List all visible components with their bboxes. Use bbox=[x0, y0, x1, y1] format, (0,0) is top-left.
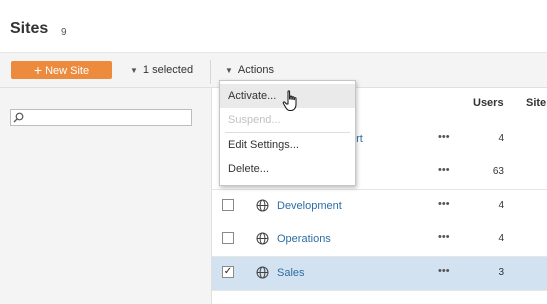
selection-label: 1 selected bbox=[142, 64, 194, 76]
column-header-site[interactable]: Site bbox=[526, 97, 546, 109]
more-icon[interactable]: ••• bbox=[438, 265, 450, 277]
more-icon[interactable]: ••• bbox=[438, 198, 450, 210]
globe-icon bbox=[256, 232, 269, 245]
search-icon bbox=[13, 112, 24, 123]
caret-down-icon: ▼ bbox=[130, 66, 138, 75]
users-count: 63 bbox=[492, 166, 504, 177]
new-site-button[interactable]: + New Site bbox=[11, 61, 112, 79]
search-input[interactable] bbox=[10, 109, 192, 126]
site-name-link[interactable]: Sales bbox=[277, 267, 305, 279]
globe-icon bbox=[256, 199, 269, 212]
menu-item-edit-settings[interactable]: Edit Settings... bbox=[220, 133, 355, 157]
more-icon[interactable]: ••• bbox=[438, 164, 450, 176]
more-icon[interactable]: ••• bbox=[438, 231, 450, 243]
users-count: 4 bbox=[498, 200, 504, 211]
users-count: 3 bbox=[498, 267, 504, 278]
row-checkbox[interactable] bbox=[222, 232, 234, 244]
row-checkbox[interactable] bbox=[222, 199, 234, 211]
site-name-link[interactable]: Operations bbox=[277, 233, 331, 245]
menu-item-delete[interactable]: Delete... bbox=[220, 157, 355, 181]
caret-down-icon: ▼ bbox=[225, 66, 233, 75]
toolbar-divider bbox=[210, 60, 211, 84]
table-row[interactable]: Operations ••• 4 bbox=[212, 223, 547, 257]
selection-dropdown[interactable]: ▼ 1 selected bbox=[130, 64, 193, 76]
actions-label: Actions bbox=[237, 64, 274, 76]
site-count-badge: 9 bbox=[61, 27, 67, 38]
table-row[interactable]: Development ••• 4 bbox=[212, 190, 547, 224]
page-title: Sites bbox=[10, 20, 49, 37]
actions-dropdown[interactable]: ▼ Actions bbox=[225, 64, 274, 76]
site-name-link[interactable]: Development bbox=[277, 200, 342, 212]
more-icon[interactable]: ••• bbox=[438, 131, 450, 143]
plus-icon: + bbox=[33, 62, 43, 78]
checkmark-icon: ✓ bbox=[223, 266, 233, 277]
table-row-selected[interactable]: ✓ Sales ••• 3 bbox=[212, 257, 547, 291]
globe-icon bbox=[256, 266, 269, 279]
hand-cursor-icon bbox=[282, 90, 297, 111]
row-checkbox-checked[interactable]: ✓ bbox=[222, 266, 234, 278]
new-site-label: New Site bbox=[45, 65, 90, 77]
column-header-users[interactable]: Users bbox=[473, 97, 504, 109]
users-count: 4 bbox=[498, 133, 504, 144]
page-header bbox=[0, 0, 547, 53]
users-count: 4 bbox=[498, 233, 504, 244]
